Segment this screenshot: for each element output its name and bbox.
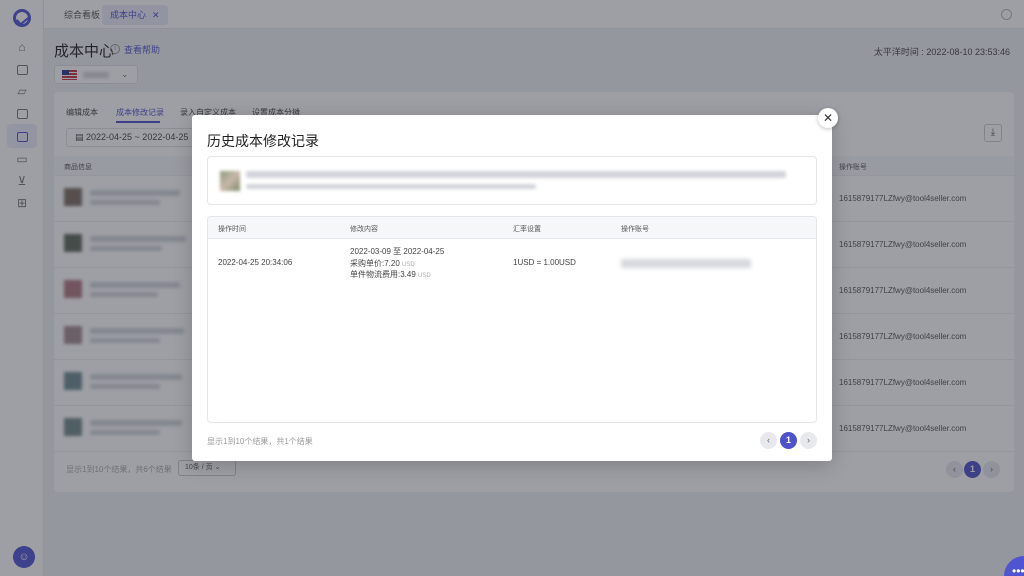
page-number-button[interactable]: 1	[780, 432, 797, 449]
date-period: 2022-03-09 至 2022-04-25	[350, 247, 445, 256]
shipping-cost: 单件物流费用:3.49 USD	[350, 269, 431, 280]
modal-close-button[interactable]: ✕	[818, 108, 838, 128]
purchase-price-value: 采购单价:7.20	[350, 259, 400, 268]
currency-unit: USD	[402, 262, 415, 268]
col-changes: 修改内容	[350, 226, 378, 233]
product-thumbnail	[220, 171, 240, 191]
table-header: 操作时间 修改内容 汇率设置 操作账号	[208, 217, 816, 239]
exchange-rate: 1USD = 1.00USD	[513, 258, 576, 267]
currency-unit: USD	[418, 273, 431, 279]
redacted-operator-account	[621, 259, 751, 268]
col-operator-account: 操作账号	[621, 226, 649, 233]
operation-time: 2022-04-25 20:34:06	[218, 258, 293, 267]
modal-title: 历史成本修改记录	[207, 133, 319, 149]
redacted-product-meta	[246, 184, 536, 189]
redacted-product-title	[246, 171, 786, 178]
next-page-button[interactable]: ›	[800, 432, 817, 449]
prev-page-button[interactable]: ‹	[760, 432, 777, 449]
col-operation-time: 操作时间	[218, 226, 246, 233]
shipping-cost-value: 单件物流费用:3.49	[350, 270, 416, 279]
purchase-price: 采购单价:7.20 USD	[350, 258, 415, 269]
product-info-box	[207, 156, 817, 205]
history-table: 操作时间 修改内容 汇率设置 操作账号 2022-04-25 20:34:06 …	[207, 216, 817, 423]
results-summary: 显示1到10个结果，共1个结果	[207, 437, 313, 446]
cost-history-modal: 历史成本修改记录 操作时间 修改内容 汇率设置 操作账号 2022-04-25 …	[192, 115, 832, 461]
col-exchange-rate: 汇率设置	[513, 226, 541, 233]
